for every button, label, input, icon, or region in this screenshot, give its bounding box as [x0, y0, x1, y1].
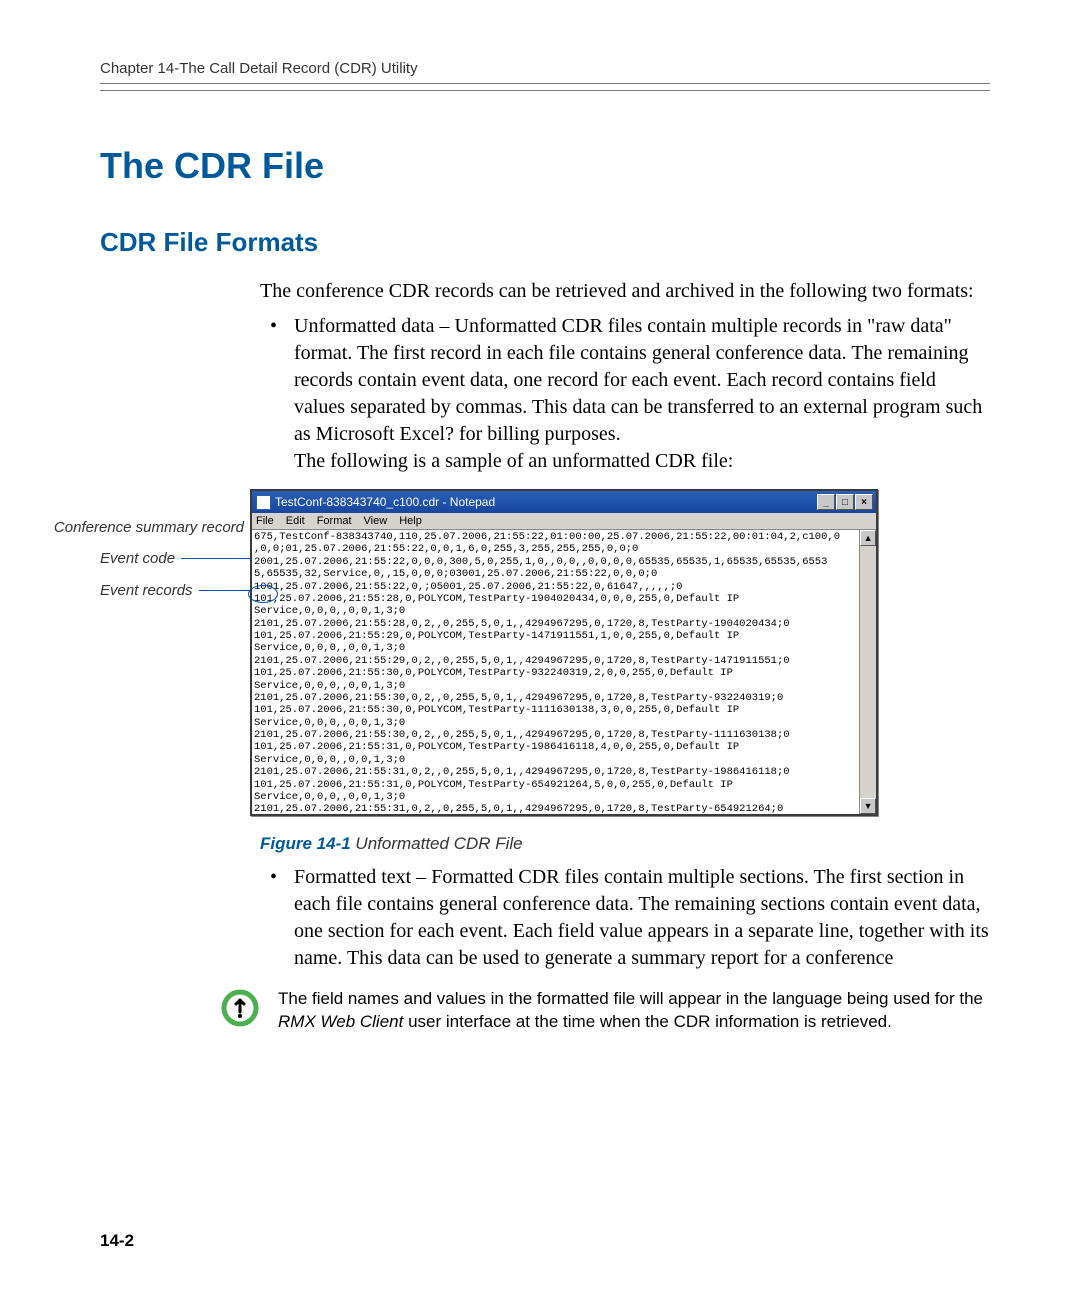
page-title: The CDR File	[100, 145, 990, 187]
intro-paragraph: The conference CDR records can be retrie…	[260, 278, 990, 305]
header-rule	[100, 83, 990, 91]
annotation-conference-summary: Conference summary record	[54, 519, 244, 536]
scroll-up-button[interactable]: ▲	[860, 530, 876, 546]
sample-intro: The following is a sample of an unformat…	[294, 448, 990, 475]
menu-help[interactable]: Help	[399, 515, 422, 527]
maximize-button[interactable]: □	[836, 494, 854, 510]
vertical-scrollbar[interactable]: ▲ ▼	[859, 530, 876, 814]
minimize-button[interactable]: _	[817, 494, 835, 510]
figure-caption-label: Figure 14-1	[260, 834, 351, 853]
menu-format[interactable]: Format	[317, 515, 352, 527]
annotation-event-code: Event code	[100, 550, 175, 567]
menu-edit[interactable]: Edit	[286, 515, 305, 527]
bullet-unformatted: Unformatted data – Unformatted CDR files…	[294, 315, 982, 445]
annotation-event-records: Event records	[100, 582, 193, 599]
notepad-window: TestConf-838343740_c100.cdr - Notepad _ …	[250, 489, 878, 816]
note-icon	[220, 988, 260, 1028]
notepad-menubar: File Edit Format View Help	[252, 513, 876, 530]
notepad-title-text: TestConf-838343740_c100.cdr - Notepad	[275, 495, 495, 509]
figure-caption-text: Unformatted CDR File	[351, 834, 523, 853]
menu-view[interactable]: View	[364, 515, 388, 527]
chapter-header: Chapter 14-The Call Detail Record (CDR) …	[100, 60, 990, 77]
notepad-text-content[interactable]: 675,TestConf-838343740,110,25.07.2006,21…	[252, 530, 859, 814]
section-subtitle: CDR File Formats	[100, 227, 990, 258]
annotation-leader-line	[199, 590, 250, 591]
notepad-titlebar[interactable]: TestConf-838343740_c100.cdr - Notepad _ …	[252, 491, 876, 513]
bullet-formatted: Formatted text – Formatted CDR files con…	[294, 866, 989, 969]
page-number: 14-2	[100, 1231, 134, 1251]
menu-file[interactable]: File	[256, 515, 274, 527]
annotation-leader-line	[181, 558, 250, 559]
notepad-app-icon	[256, 495, 271, 510]
note-text: The field names and values in the format…	[278, 988, 990, 1034]
close-button[interactable]: ×	[855, 494, 873, 510]
scroll-down-button[interactable]: ▼	[860, 798, 876, 814]
